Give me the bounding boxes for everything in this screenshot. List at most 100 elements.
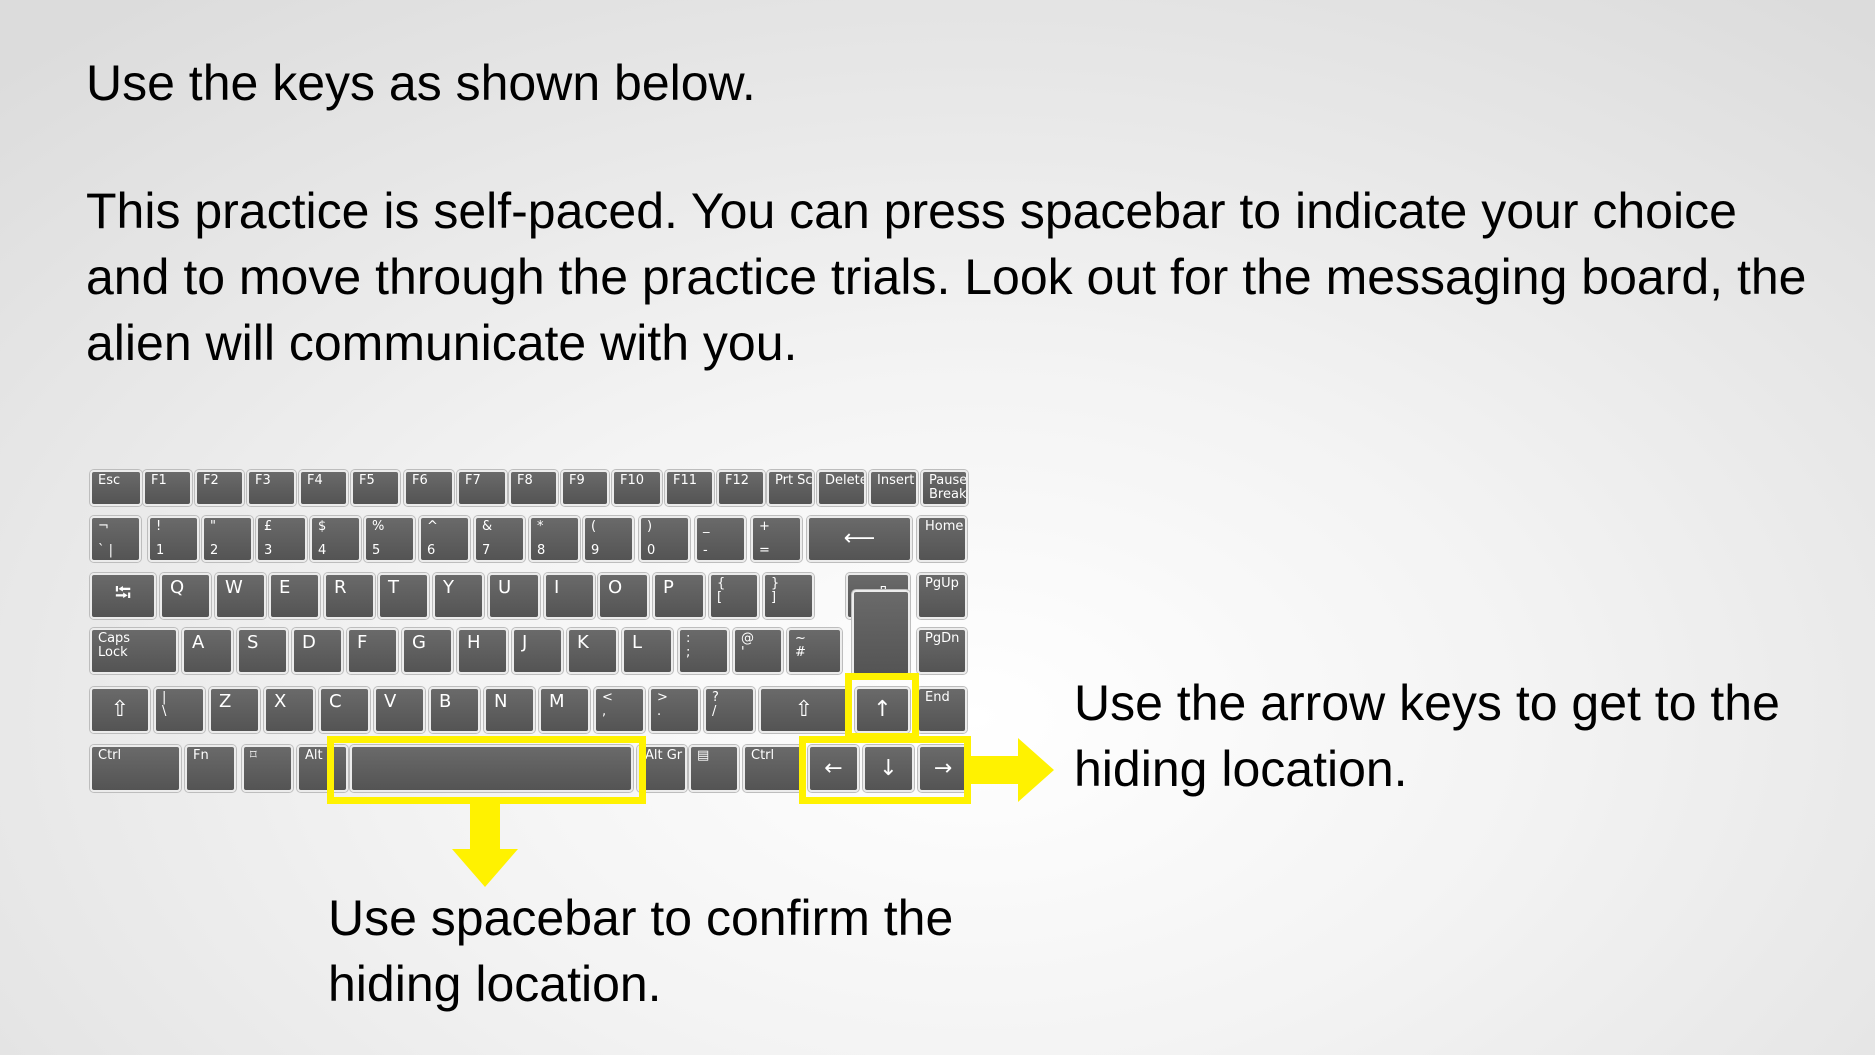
key-fn-1: F1 xyxy=(143,470,192,506)
key-row5-8: M xyxy=(539,687,590,733)
key-backspace-label: ⟵ xyxy=(843,526,876,551)
key-num-11-sublabel: - xyxy=(703,543,708,558)
key-row3-14: PgUp xyxy=(917,573,967,619)
key-row6-1-label: Fn xyxy=(193,748,209,763)
key-fn-12: F12 xyxy=(717,470,765,506)
key-num-8-label: * xyxy=(537,519,544,534)
key-row5-14: End xyxy=(917,687,967,733)
key-num-11-label: _ xyxy=(703,519,710,534)
key-row3-0: ⭾ xyxy=(90,573,156,619)
key-return-stem xyxy=(852,590,910,676)
key-row6-5-label: Alt Gr xyxy=(645,748,683,763)
key-row5-14-label: End xyxy=(925,690,950,705)
key-fn-15-label: Insert xyxy=(877,473,915,488)
key-fn-0-label: Esc xyxy=(98,473,121,488)
key-row3-4: R xyxy=(324,573,375,619)
key-num-4-label: $ xyxy=(318,519,327,534)
key-fn-11: F11 xyxy=(665,470,714,506)
key-row4-11: @ ' xyxy=(733,628,783,674)
key-row4-8-label: K xyxy=(577,632,589,653)
key-row4-3-label: D xyxy=(302,632,316,653)
key-row3-9-label: O xyxy=(608,577,623,598)
key-row4-12-label: ~ # xyxy=(795,631,806,660)
key-row3-2-label: W xyxy=(225,577,243,598)
key-row6-6: ▤ xyxy=(689,745,739,792)
key-row5-4-label: C xyxy=(329,691,342,712)
key-num-1: ! 1 xyxy=(148,516,199,562)
key-row5-12-label: ⇧ xyxy=(794,697,814,722)
key-fn-13-label: Prt Sc xyxy=(775,473,813,488)
key-row5-11-label: ? / xyxy=(712,690,719,719)
key-fn-10: F10 xyxy=(612,470,662,506)
key-fn-5-label: F5 xyxy=(359,473,375,488)
key-row4-4-label: F xyxy=(357,632,368,653)
key-row3-6: Y xyxy=(433,573,484,619)
key-num-0-sublabel: ` | xyxy=(98,543,114,558)
key-num-7-label: & xyxy=(482,519,493,534)
key-num-7-sublabel: 7 xyxy=(482,543,491,558)
key-row3-4-label: R xyxy=(334,577,347,598)
key-row4-2-label: S xyxy=(247,632,259,653)
arrow-up-highlight xyxy=(845,673,919,740)
key-num-7: & 7 xyxy=(474,516,525,562)
key-row3-5: T xyxy=(378,573,429,619)
key-row4-9-label: L xyxy=(632,632,643,653)
key-num-5-sublabel: 5 xyxy=(372,543,381,558)
key-row3-2: W xyxy=(215,573,266,619)
key-row3-5-label: T xyxy=(388,577,399,598)
key-num-10: ) 0 xyxy=(639,516,690,562)
key-row3-14-label: PgUp xyxy=(925,576,959,591)
key-row5-10: > . xyxy=(649,687,700,733)
key-num-8: * 8 xyxy=(529,516,580,562)
key-row5-0: ⇧ xyxy=(90,687,150,733)
key-row3-12: } ] xyxy=(763,573,814,619)
key-num-1-label: ! xyxy=(156,519,162,534)
key-row4-0: Caps Lock xyxy=(90,628,178,674)
key-num-4-sublabel: 4 xyxy=(318,543,327,558)
key-row3-0-label: ⭾ xyxy=(114,581,132,607)
key-row6-6-label: ▤ xyxy=(697,748,710,763)
key-num-14-label: Home xyxy=(925,519,964,534)
key-row5-8-label: M xyxy=(549,691,565,712)
key-row3-6-label: Y xyxy=(443,577,454,598)
key-row3-3: E xyxy=(269,573,320,619)
key-num-12: + = xyxy=(751,516,802,562)
key-fn-8: F8 xyxy=(509,470,558,506)
key-num-10-label: ) xyxy=(647,519,653,534)
key-row5-3: X xyxy=(264,687,315,733)
key-row3-1-label: Q xyxy=(170,577,185,598)
key-fn-9-label: F9 xyxy=(569,473,585,488)
key-num-2: " 2 xyxy=(202,516,253,562)
key-row5-2: Z xyxy=(209,687,260,733)
key-row5-9-label: < , xyxy=(602,690,613,719)
key-fn-8-label: F8 xyxy=(517,473,533,488)
key-fn-6-label: F6 xyxy=(412,473,428,488)
key-fn-11-label: F11 xyxy=(673,473,698,488)
key-num-9-label: ( xyxy=(591,519,597,534)
key-fn-3-label: F3 xyxy=(255,473,271,488)
key-row3-8: I xyxy=(544,573,595,619)
key-row3-12-label: } ] xyxy=(771,576,780,605)
key-row4-6-label: H xyxy=(467,632,481,653)
key-row4-5-label: G xyxy=(412,632,426,653)
key-row6-1: Fn xyxy=(185,745,236,792)
key-num-3-label: £ xyxy=(264,519,273,534)
key-fn-7: F7 xyxy=(457,470,507,506)
key-row4-7-label: J xyxy=(522,632,528,653)
key-num-14: Home xyxy=(917,516,967,562)
key-fn-14: Delete xyxy=(817,470,866,506)
key-num-3-sublabel: 3 xyxy=(264,543,273,558)
key-fn-4: F4 xyxy=(299,470,348,506)
arrow-keys-highlight xyxy=(799,736,971,804)
key-row4-10-label: : ; xyxy=(686,631,691,660)
key-row5-3-label: X xyxy=(274,691,287,712)
key-row4-7: J xyxy=(512,628,563,674)
key-row3-3-label: E xyxy=(279,577,291,598)
key-row6-3-label: Alt xyxy=(305,748,323,763)
instruction-paragraph: This practice is self-paced. You can pre… xyxy=(86,183,1807,371)
key-row3-11: { [ xyxy=(709,573,759,619)
key-row3-10-label: P xyxy=(663,577,674,598)
key-row3-10: P xyxy=(653,573,705,619)
key-fn-16: Pause Break xyxy=(921,470,968,506)
key-fn-9: F9 xyxy=(561,470,609,506)
